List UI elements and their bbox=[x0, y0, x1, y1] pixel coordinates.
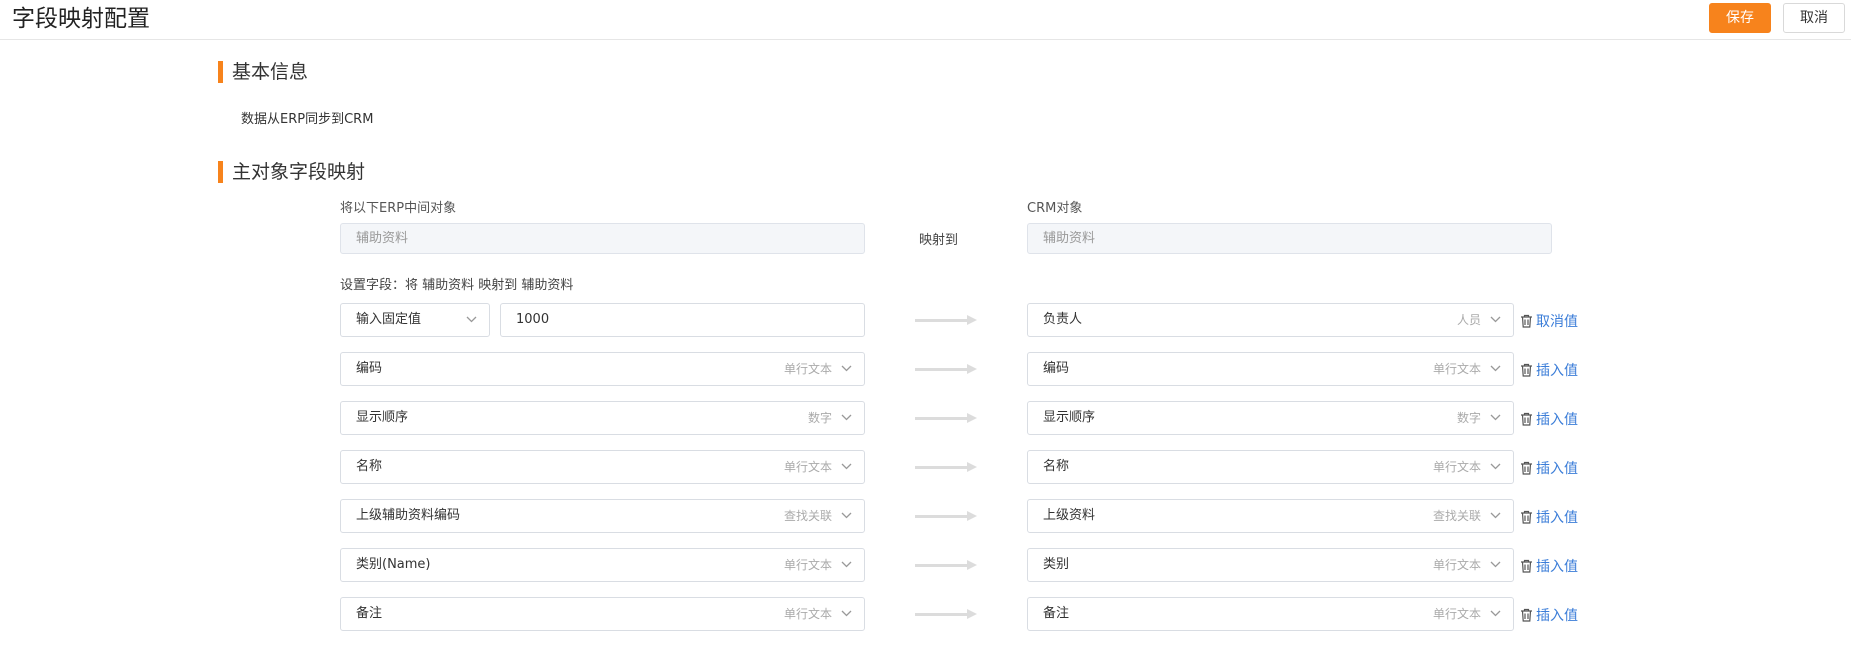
source-field-name: 类别(Name) bbox=[356, 557, 431, 572]
section-title-basic: 基本信息 bbox=[232, 61, 309, 83]
row-action-label: 插入值 bbox=[1536, 510, 1578, 526]
source-field-type: 数字 bbox=[807, 411, 832, 425]
chevron-down-icon bbox=[1490, 598, 1501, 630]
target-field-select[interactable]: 编码 单行文本 bbox=[1027, 352, 1514, 386]
row-action-link[interactable]: 插入值 bbox=[1520, 507, 1578, 527]
row-action-link[interactable]: 插入值 bbox=[1520, 458, 1578, 478]
chevron-down-icon bbox=[841, 451, 852, 483]
cancel-button[interactable]: 取消 bbox=[1783, 3, 1845, 33]
save-button[interactable]: 保存 bbox=[1709, 3, 1771, 33]
target-field-select[interactable]: 上级资料 查找关联 bbox=[1027, 499, 1514, 533]
source-field-type: 单行文本 bbox=[783, 607, 832, 621]
target-object-label: CRM对象 bbox=[1027, 201, 1083, 216]
trash-icon[interactable] bbox=[1520, 412, 1536, 428]
chevron-down-icon bbox=[1490, 500, 1501, 532]
target-field-select[interactable]: 名称 单行文本 bbox=[1027, 450, 1514, 484]
chevron-down-icon bbox=[1490, 402, 1501, 434]
source-field-name: 名称 bbox=[356, 459, 383, 474]
source-field-name: 编码 bbox=[356, 361, 383, 376]
source-field-name: 备注 bbox=[356, 606, 383, 621]
trash-icon[interactable] bbox=[1520, 510, 1536, 526]
target-field-type: 查找关联 bbox=[1432, 509, 1481, 523]
arrow-right-icon bbox=[915, 609, 977, 619]
fixed-value-input[interactable]: 1000 bbox=[500, 303, 865, 337]
trash-icon[interactable] bbox=[1520, 314, 1536, 330]
sync-description: 数据从ERP同步到CRM bbox=[241, 112, 374, 127]
source-field-type: 查找关联 bbox=[783, 509, 832, 523]
row-action-label: 插入值 bbox=[1536, 608, 1578, 624]
section-title-mapping: 主对象字段映射 bbox=[232, 161, 366, 183]
chevron-down-icon bbox=[841, 549, 852, 581]
source-object-field: 辅助资料 bbox=[340, 223, 865, 254]
source-field-type: 单行文本 bbox=[783, 362, 832, 376]
arrow-right-icon bbox=[915, 315, 977, 325]
chevron-down-icon bbox=[1490, 353, 1501, 385]
target-field-select[interactable]: 备注 单行文本 bbox=[1027, 597, 1514, 631]
row-action-label: 插入值 bbox=[1536, 461, 1578, 477]
target-field-type: 人员 bbox=[1456, 313, 1481, 327]
target-field-name: 类别 bbox=[1043, 557, 1070, 572]
row-action-label: 插入值 bbox=[1536, 559, 1578, 575]
trash-icon[interactable] bbox=[1520, 363, 1536, 379]
map-to-label: 映射到 bbox=[919, 233, 959, 248]
page-title: 字段映射配置 bbox=[12, 6, 150, 32]
page-header: 字段映射配置 保存 取消 bbox=[0, 0, 1851, 40]
source-field-select[interactable]: 编码 单行文本 bbox=[340, 352, 865, 386]
chevron-down-icon bbox=[841, 500, 852, 532]
row-action-link[interactable]: 插入值 bbox=[1520, 556, 1578, 576]
source-field-select[interactable]: 类别(Name) 单行文本 bbox=[340, 548, 865, 582]
target-object-field: 辅助资料 bbox=[1027, 223, 1552, 254]
chevron-down-icon bbox=[841, 402, 852, 434]
target-field-type: 单行文本 bbox=[1432, 558, 1481, 572]
arrow-right-icon bbox=[915, 462, 977, 472]
row-action-link[interactable]: 插入值 bbox=[1520, 409, 1578, 429]
section-marker bbox=[218, 161, 223, 183]
chevron-down-icon bbox=[466, 304, 477, 336]
row-action-label: 插入值 bbox=[1536, 363, 1578, 379]
target-field-name: 备注 bbox=[1043, 606, 1070, 621]
target-field-type: 单行文本 bbox=[1432, 362, 1481, 376]
source-field-name: 上级辅助资料编码 bbox=[356, 508, 461, 523]
source-field-select[interactable]: 上级辅助资料编码 查找关联 bbox=[340, 499, 865, 533]
trash-icon[interactable] bbox=[1520, 608, 1536, 624]
source-field-type: 单行文本 bbox=[783, 558, 832, 572]
source-field-select[interactable]: 名称 单行文本 bbox=[340, 450, 865, 484]
row-action-link[interactable]: 取消值 bbox=[1520, 311, 1578, 331]
target-field-name: 名称 bbox=[1043, 459, 1070, 474]
trash-icon[interactable] bbox=[1520, 461, 1536, 477]
arrow-right-icon bbox=[915, 413, 977, 423]
target-field-type: 单行文本 bbox=[1432, 460, 1481, 474]
target-field-select[interactable]: 负责人 人员 bbox=[1027, 303, 1514, 337]
chevron-down-icon bbox=[841, 598, 852, 630]
row-action-label: 取消值 bbox=[1536, 314, 1578, 330]
target-field-select[interactable]: 类别 单行文本 bbox=[1027, 548, 1514, 582]
target-field-name: 显示顺序 bbox=[1043, 410, 1096, 425]
source-field-select[interactable]: 显示顺序 数字 bbox=[340, 401, 865, 435]
row-action-link[interactable]: 插入值 bbox=[1520, 360, 1578, 380]
source-field-name: 显示顺序 bbox=[356, 410, 409, 425]
source-object-label: 将以下ERP中间对象 bbox=[340, 201, 457, 216]
target-field-select[interactable]: 显示顺序 数字 bbox=[1027, 401, 1514, 435]
target-field-type: 数字 bbox=[1456, 411, 1481, 425]
value-mode-select[interactable]: 输入固定值 bbox=[340, 303, 490, 337]
settings-label: 设置字段：将 辅助资料 映射到 辅助资料 bbox=[340, 278, 574, 293]
chevron-down-icon bbox=[1490, 451, 1501, 483]
chevron-down-icon bbox=[1490, 549, 1501, 581]
target-field-name: 编码 bbox=[1043, 361, 1070, 376]
value-mode-label: 输入固定值 bbox=[356, 312, 422, 327]
chevron-down-icon bbox=[841, 353, 852, 385]
source-field-select[interactable]: 备注 单行文本 bbox=[340, 597, 865, 631]
target-field-name: 上级资料 bbox=[1043, 508, 1096, 523]
section-marker bbox=[218, 61, 223, 83]
row-action-label: 插入值 bbox=[1536, 412, 1578, 428]
target-field-type: 单行文本 bbox=[1432, 607, 1481, 621]
target-field-name: 负责人 bbox=[1043, 312, 1083, 327]
trash-icon[interactable] bbox=[1520, 559, 1536, 575]
chevron-down-icon bbox=[1490, 304, 1501, 336]
source-field-type: 单行文本 bbox=[783, 460, 832, 474]
arrow-right-icon bbox=[915, 364, 977, 374]
row-action-link[interactable]: 插入值 bbox=[1520, 605, 1578, 625]
arrow-right-icon bbox=[915, 560, 977, 570]
arrow-right-icon bbox=[915, 511, 977, 521]
